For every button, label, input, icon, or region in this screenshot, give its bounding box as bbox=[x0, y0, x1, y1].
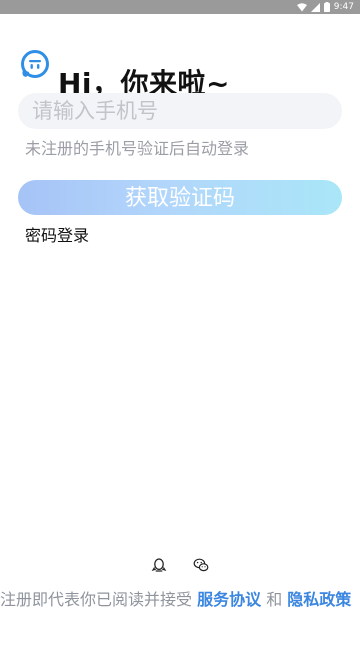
wifi-icon bbox=[296, 2, 307, 12]
signal-icon bbox=[310, 2, 320, 12]
privacy-policy-link[interactable]: 隐私政策 bbox=[287, 590, 351, 609]
service-agreement-link[interactable]: 服务协议 bbox=[197, 590, 261, 609]
password-login-link[interactable]: 密码登录 bbox=[25, 225, 89, 247]
agreement-connector: 和 bbox=[261, 590, 288, 609]
agreement-text: 注册即代表你已阅读并接受 服务协议 和 隐私政策 bbox=[0, 589, 360, 610]
status-time: 9:47 bbox=[333, 2, 354, 12]
agreement-prefix: 注册即代表你已阅读并接受 bbox=[0, 590, 198, 609]
status-icons: 9:47 bbox=[296, 1, 354, 13]
app-logo-icon bbox=[20, 50, 52, 78]
status-bar: 9:47 bbox=[0, 0, 360, 14]
auto-register-hint: 未注册的手机号验证后自动登录 bbox=[25, 139, 250, 158]
phone-number-input[interactable] bbox=[18, 93, 342, 129]
get-verification-code-button[interactable]: 获取验证码 bbox=[18, 180, 342, 215]
battery-icon bbox=[323, 2, 330, 12]
login-screen: 9:47 Hi，你来啦~ 未注册的手机号验证后自动登录 获取验证码 密码登录 bbox=[0, 0, 360, 650]
wechat-icon[interactable] bbox=[193, 557, 209, 573]
qq-icon[interactable] bbox=[151, 557, 167, 573]
